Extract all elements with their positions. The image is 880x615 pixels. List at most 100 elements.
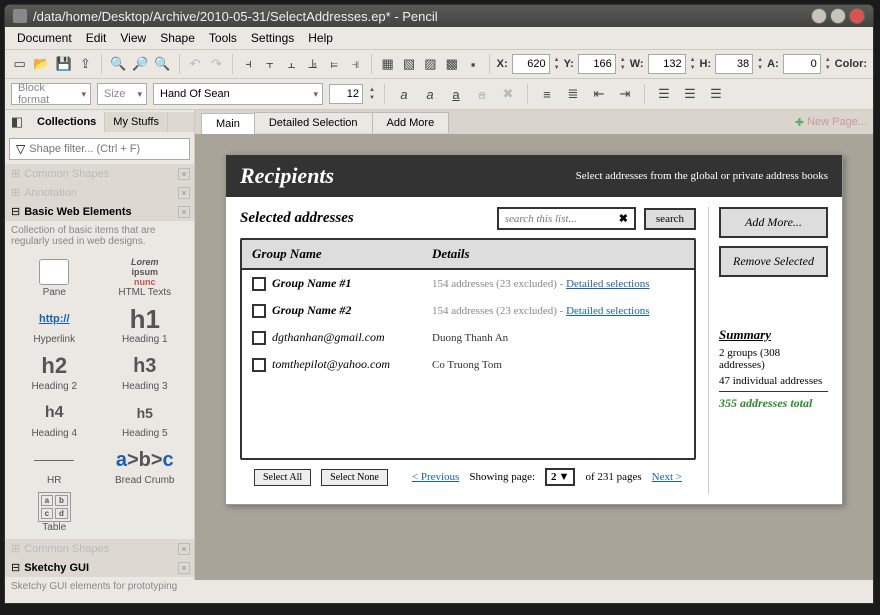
- w-input[interactable]: [648, 54, 686, 74]
- a-input[interactable]: [783, 54, 821, 74]
- section-sketchy[interactable]: ⊟ Sketchy GUI ×: [5, 558, 194, 577]
- row-checkbox[interactable]: [252, 304, 266, 318]
- shape-table[interactable]: abcdTable: [13, 490, 96, 535]
- menu-help[interactable]: Help: [302, 29, 339, 47]
- export-icon[interactable]: ⇪: [77, 54, 94, 74]
- shape-hr[interactable]: HR: [13, 443, 96, 488]
- shape-filter[interactable]: ▽: [9, 138, 190, 160]
- x-input[interactable]: [512, 54, 550, 74]
- close-icon[interactable]: ×: [178, 562, 190, 574]
- a-up[interactable]: ▲: [825, 56, 831, 64]
- h-down[interactable]: ▼: [757, 64, 763, 72]
- canvas[interactable]: Recipients Select addresses from the glo…: [195, 134, 873, 580]
- section-basic-web[interactable]: ⊟ Basic Web Elements ×: [5, 202, 194, 221]
- shape-h2[interactable]: h2Heading 2: [13, 349, 96, 394]
- close-button[interactable]: [849, 8, 865, 24]
- add-more-button[interactable]: Add More...: [719, 207, 828, 238]
- section-annotation[interactable]: ⊞ Annotation ×: [5, 183, 194, 202]
- bring-forward-icon[interactable]: ▧: [400, 54, 417, 74]
- menu-shape[interactable]: Shape: [154, 29, 201, 47]
- detailed-link[interactable]: Detailed selections: [566, 305, 649, 317]
- close-icon[interactable]: ×: [178, 168, 190, 180]
- new-page-button[interactable]: ✚New Page...: [795, 116, 867, 129]
- text-right-icon[interactable]: ☰: [706, 84, 726, 104]
- indent-right-icon[interactable]: ⇥: [615, 84, 635, 104]
- align-right-icon[interactable]: ⫠: [283, 54, 300, 74]
- w-down[interactable]: ▼: [690, 64, 696, 72]
- shape-filter-input[interactable]: [29, 143, 183, 155]
- shape-pane[interactable]: Pane: [13, 255, 96, 300]
- menu-edit[interactable]: Edit: [80, 29, 113, 47]
- shape-breadcrumb[interactable]: a > b > cBread Crumb: [104, 443, 187, 488]
- align-middle-icon[interactable]: ⫢: [325, 54, 342, 74]
- w-up[interactable]: ▲: [690, 56, 696, 64]
- clear-format-icon[interactable]: ✖: [498, 84, 518, 104]
- list-bullet-icon[interactable]: ≡: [537, 84, 557, 104]
- select-none-button[interactable]: Select None: [321, 469, 388, 486]
- underline-icon[interactable]: a: [446, 84, 466, 104]
- send-backward-icon[interactable]: ▨: [422, 54, 439, 74]
- y-up[interactable]: ▲: [620, 56, 626, 64]
- block-format-combo[interactable]: Block format: [11, 83, 91, 105]
- remove-selected-button[interactable]: Remove Selected: [719, 246, 828, 277]
- tab-my-stuffs[interactable]: My Stuffs: [105, 112, 168, 132]
- fontsize-input[interactable]: [329, 84, 363, 104]
- lock-icon[interactable]: ▪: [464, 54, 481, 74]
- select-all-button[interactable]: Select All: [254, 469, 311, 486]
- row-checkbox[interactable]: [252, 331, 266, 345]
- h-up[interactable]: ▲: [757, 56, 763, 64]
- section-common-2[interactable]: ⊞ Common Shapes ×: [5, 539, 194, 558]
- indent-left-icon[interactable]: ⇤: [589, 84, 609, 104]
- open-icon[interactable]: 📂: [32, 54, 50, 74]
- section-common[interactable]: ⊞ Common Shapes ×: [5, 164, 194, 183]
- y-input[interactable]: [578, 54, 616, 74]
- bring-front-icon[interactable]: ▦: [379, 54, 396, 74]
- align-left-icon[interactable]: ⫞: [240, 54, 257, 74]
- shape-h4[interactable]: h4Heading 4: [13, 396, 96, 441]
- close-icon[interactable]: ×: [178, 206, 190, 218]
- shape-html-texts[interactable]: LoremipsumnuncHTML Texts: [104, 255, 187, 300]
- align-center-icon[interactable]: ⫟: [261, 54, 278, 74]
- menu-view[interactable]: View: [114, 29, 152, 47]
- fontsize-up[interactable]: ▲: [369, 86, 375, 94]
- list-number-icon[interactable]: ≣: [563, 84, 583, 104]
- bold-icon[interactable]: a: [394, 84, 414, 104]
- page-select[interactable]: 2▼: [545, 468, 575, 486]
- x-up[interactable]: ▲: [554, 56, 560, 64]
- close-icon[interactable]: ×: [178, 187, 190, 199]
- maximize-button[interactable]: [830, 8, 846, 24]
- zoom-out-icon[interactable]: 🔍: [153, 54, 171, 74]
- text-left-icon[interactable]: ☰: [654, 84, 674, 104]
- size-combo[interactable]: Size: [97, 83, 147, 105]
- row-checkbox[interactable]: [252, 358, 266, 372]
- detailed-link[interactable]: Detailed selections: [566, 278, 649, 290]
- next-link[interactable]: Next >: [652, 471, 682, 483]
- zoom-reset-icon[interactable]: 🔎: [131, 54, 149, 74]
- fontsize-down[interactable]: ▼: [369, 94, 375, 102]
- tab-collections[interactable]: Collections: [29, 112, 105, 132]
- shape-h5[interactable]: h5Heading 5: [104, 396, 187, 441]
- send-back-icon[interactable]: ▩: [443, 54, 460, 74]
- h-input[interactable]: [715, 54, 753, 74]
- save-icon[interactable]: 💾: [55, 54, 73, 74]
- strike-icon[interactable]: a: [472, 84, 492, 104]
- tab-add-more[interactable]: Add More: [372, 112, 450, 133]
- panel-toggle-icon[interactable]: ◧: [7, 112, 27, 132]
- close-icon[interactable]: ×: [178, 543, 190, 555]
- menu-document[interactable]: Document: [11, 29, 78, 47]
- align-top-icon[interactable]: ⫡: [304, 54, 321, 74]
- tab-detailed[interactable]: Detailed Selection: [254, 112, 373, 133]
- redo-icon[interactable]: ↷: [208, 54, 225, 74]
- font-combo[interactable]: Hand Of Sean: [153, 83, 323, 105]
- clear-icon[interactable]: ✖: [619, 212, 628, 225]
- shape-hyperlink[interactable]: http://Hyperlink: [13, 302, 96, 347]
- align-bottom-icon[interactable]: ⫣: [347, 54, 364, 74]
- y-down[interactable]: ▼: [620, 64, 626, 72]
- minimize-button[interactable]: [811, 8, 827, 24]
- prev-link[interactable]: < Previous: [412, 471, 459, 483]
- zoom-in-icon[interactable]: 🔍: [109, 54, 127, 74]
- a-down[interactable]: ▼: [825, 64, 831, 72]
- italic-icon[interactable]: a: [420, 84, 440, 104]
- tab-main[interactable]: Main: [201, 113, 255, 134]
- search-button[interactable]: search: [644, 208, 696, 230]
